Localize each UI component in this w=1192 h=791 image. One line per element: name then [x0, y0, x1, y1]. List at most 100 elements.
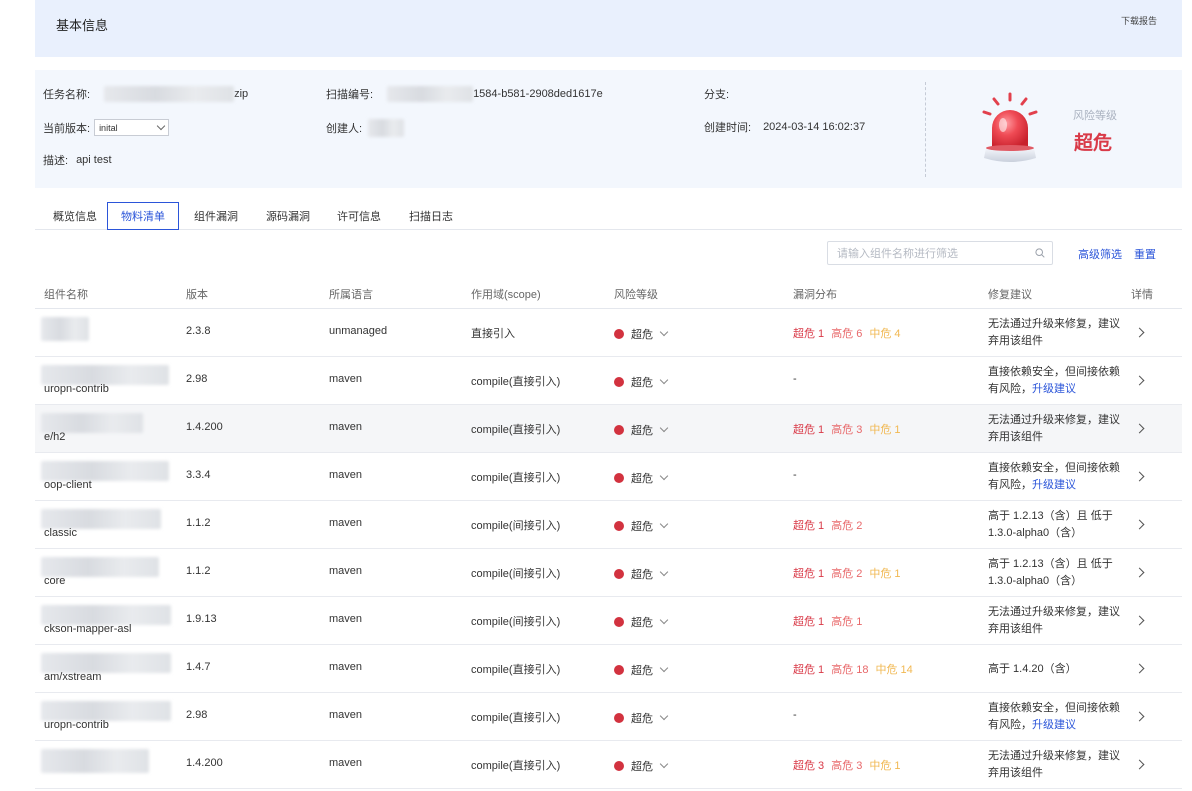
creator-label: 创建人: — [326, 123, 363, 135]
risk-dot-icon — [614, 665, 624, 675]
risk-level-label: 风险等级 — [1073, 110, 1117, 122]
fix-suggestion: 高于 1.2.13（含）且 低于 1.3.0-alpha0（含） — [988, 508, 1120, 542]
tab-bar: 概览信息 物料清单 组件漏洞 源码漏洞 许可信息 扫描日志 — [35, 200, 1182, 230]
chevron-down-icon[interactable] — [659, 567, 669, 577]
info-panel: 任务名称: zip 扫描编号: 1584-b581-2908ded1617e 分… — [35, 70, 1182, 188]
redacted-scan-id — [387, 86, 474, 102]
risk-level-dropdown[interactable]: 超危 — [614, 470, 669, 486]
vuln-count: 超危 1 — [793, 424, 825, 436]
component-name-cell: e/h2 — [41, 413, 176, 447]
reset-button[interactable]: 重置 — [1134, 246, 1156, 262]
chevron-down-icon[interactable] — [659, 423, 669, 433]
fix-suggestion: 无法通过升级来修复，建议弃用该组件 — [988, 316, 1120, 350]
risk-level-dropdown[interactable]: 超危 — [614, 614, 669, 630]
table-row: am/xstream 1.4.7 maven compile(直接引入) 超危 超危 1 高… — [35, 645, 1182, 693]
tab-component-vulns[interactable]: 组件漏洞 — [180, 202, 252, 230]
chevron-right-icon[interactable] — [1134, 615, 1145, 626]
section-title: 基本信息 — [56, 18, 109, 33]
search-icon[interactable] — [1035, 248, 1045, 258]
alarm-siren-icon — [982, 92, 1038, 162]
vuln-count: 中危 1 — [869, 568, 901, 580]
advanced-filter-button[interactable]: 高级筛选 — [1078, 246, 1122, 262]
component-language: maven — [329, 613, 363, 625]
download-report-link[interactable]: 下载报告 — [1121, 14, 1157, 27]
table-body: 2.3.8 unmanaged 直接引入 超危 超危 1 高危 6 中危 4 无法通过升级来修… — [35, 309, 1182, 789]
component-scope: 直接引入 — [471, 328, 515, 340]
version-select[interactable]: inital — [94, 119, 170, 136]
chevron-down-icon[interactable] — [659, 327, 669, 337]
redacted-task-name — [104, 86, 235, 102]
component-name: classic — [44, 527, 78, 539]
component-scope: compile(间接引入) — [471, 568, 561, 580]
component-scope: compile(直接引入) — [471, 664, 561, 676]
chevron-right-icon[interactable] — [1134, 567, 1145, 578]
component-language: maven — [329, 373, 363, 385]
chevron-right-icon[interactable] — [1134, 471, 1145, 482]
chevron-down-icon[interactable] — [659, 615, 669, 625]
tab-source-vulns[interactable]: 源码漏洞 — [252, 202, 324, 230]
header-bar: 基本信息 下载报告 — [35, 0, 1182, 57]
tab-overview[interactable]: 概览信息 — [40, 202, 110, 230]
chevron-right-icon[interactable] — [1134, 759, 1145, 770]
vuln-distribution: 超危 1 高危 1 — [793, 613, 862, 629]
chevron-right-icon[interactable] — [1134, 327, 1145, 338]
component-name: am/xstream — [44, 671, 102, 683]
vuln-count: 中危 14 — [875, 664, 913, 676]
risk-level-dropdown[interactable]: 超危 — [614, 566, 669, 582]
chevron-down-icon[interactable] — [659, 471, 669, 481]
risk-level-dropdown[interactable]: 超危 — [614, 422, 669, 438]
upgrade-suggestion-link[interactable]: 升级建议 — [1032, 383, 1076, 395]
vuln-count: 中危 1 — [869, 760, 901, 772]
component-name: uropn-contrib — [44, 719, 109, 731]
tab-bill-of-materials[interactable]: 物料清单 — [107, 202, 179, 230]
chevron-right-icon[interactable] — [1134, 711, 1145, 722]
vuln-count: 高危 3 — [831, 760, 863, 772]
tab-license-info[interactable]: 许可信息 — [323, 202, 395, 230]
component-search-input[interactable]: 请输入组件名称进行筛选 — [827, 241, 1053, 265]
version-select-value: inital — [99, 122, 118, 133]
chevron-down-icon[interactable] — [659, 519, 669, 529]
component-language: unmanaged — [329, 325, 388, 337]
risk-dot-icon — [614, 713, 624, 723]
risk-dot-icon — [614, 617, 624, 627]
redacted-creator — [368, 119, 405, 137]
vuln-distribution: 超危 1 高危 2 中危 1 — [793, 565, 901, 581]
risk-level-dropdown[interactable]: 超危 — [614, 662, 669, 678]
tab-scan-log[interactable]: 扫描日志 — [395, 202, 467, 230]
risk-level-dropdown[interactable]: 超危 — [614, 518, 669, 534]
upgrade-suggestion-link[interactable]: 升级建议 — [1032, 479, 1076, 491]
risk-level-dropdown[interactable]: 超危 — [614, 326, 669, 342]
fix-suggestion: 无法通过升级来修复，建议弃用该组件 — [988, 748, 1120, 782]
chevron-down-icon[interactable] — [659, 759, 669, 769]
fix-suggestion-text: 无法通过升级来修复，建议弃用该组件 — [988, 318, 1120, 347]
risk-dot-icon — [614, 761, 624, 771]
table-row: oop-client 3.3.4 maven compile(直接引入) 超危 - 直接依赖… — [35, 453, 1182, 501]
vuln-count: 高危 1 — [831, 616, 863, 628]
chevron-right-icon[interactable] — [1134, 663, 1145, 674]
fix-suggestion-text: 高于 1.2.13（含）且 低于 1.3.0-alpha0（含） — [988, 510, 1113, 539]
chevron-right-icon[interactable] — [1134, 423, 1145, 434]
chevron-down-icon[interactable] — [659, 663, 669, 673]
risk-level-text: 超危 — [631, 617, 653, 629]
chevron-right-icon[interactable] — [1134, 519, 1145, 530]
upgrade-suggestion-link[interactable]: 升级建议 — [1032, 719, 1076, 731]
risk-dot-icon — [614, 569, 624, 579]
component-name-cell: oop-client — [41, 461, 176, 495]
table-row: classic 1.1.2 maven compile(间接引入) 超危 超危 1 高危 2… — [35, 501, 1182, 549]
fix-suggestion: 无法通过升级来修复，建议弃用该组件 — [988, 604, 1120, 638]
redacted-component-name — [41, 557, 159, 577]
scan-id-field: 扫描编号: 1584-b581-2908ded1617e — [326, 86, 603, 102]
component-version: 1.1.2 — [186, 517, 211, 529]
column-header-scope: 作用域(scope) — [471, 289, 541, 301]
component-version: 1.4.200 — [186, 757, 223, 769]
component-scope: compile(直接引入) — [471, 472, 561, 484]
fix-suggestion-text: 高于 1.2.13（含）且 低于 1.3.0-alpha0（含） — [988, 558, 1113, 587]
risk-level-dropdown[interactable]: 超危 — [614, 374, 669, 390]
chevron-down-icon[interactable] — [659, 711, 669, 721]
risk-level-dropdown[interactable]: 超危 — [614, 710, 669, 726]
risk-level-dropdown[interactable]: 超危 — [614, 758, 669, 774]
chevron-right-icon[interactable] — [1134, 375, 1145, 386]
chevron-down-icon[interactable] — [659, 375, 669, 385]
component-version: 1.4.200 — [186, 421, 223, 433]
table-row: uropn-contrib 2.98 maven compile(直接引入) 超危 - 直接… — [35, 357, 1182, 405]
